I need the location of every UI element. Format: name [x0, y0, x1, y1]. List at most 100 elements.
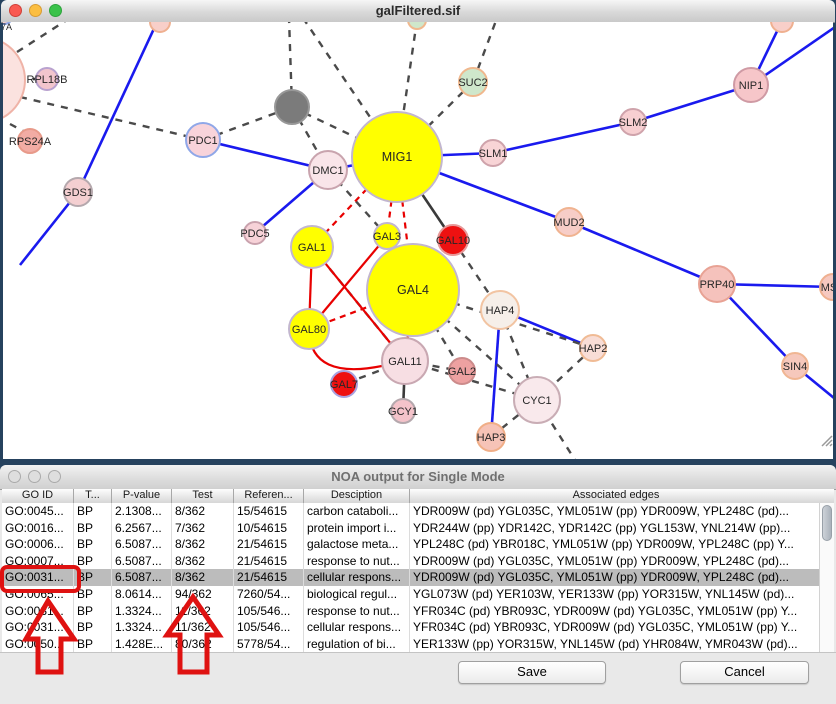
node-top-green[interactable] [408, 22, 426, 29]
node-label-GAL7: GAL7 [330, 379, 358, 391]
cell-p_value: 6.5087... [112, 536, 172, 553]
desktop: galFiltered.sif 17A RPL18B RPS24A GDS1 PDC1 P… [0, 0, 836, 704]
cell-p_value: 1.3324... [112, 603, 172, 620]
cell-reference: 105/546... [234, 619, 304, 636]
node-label-MIG1: MIG1 [382, 150, 413, 164]
node-label-SLM1: SLM1 [479, 148, 508, 160]
table-row[interactable]: GO:0016...BP6.2567...7/36210/54615protei… [2, 520, 834, 537]
noa-window: NOA output for Single Mode GO IDT...P-va… [0, 465, 836, 704]
node-label-SIN4: SIN4 [783, 361, 807, 373]
table-row[interactable]: GO:0031...BP1.3324...11/362105/546...res… [2, 603, 834, 620]
cell-p_value: 8.0614... [112, 586, 172, 603]
cell-p_value: 1.428E... [112, 636, 172, 653]
results-table: GO:0045...BP2.1308...8/36215/54615carbon… [2, 503, 834, 653]
cell-reference: 21/54615 [234, 536, 304, 553]
vertical-scrollbar[interactable] [819, 503, 834, 652]
table-row[interactable]: GO:0007...BP6.5087...8/36221/54615respon… [2, 553, 834, 570]
node-label-SUC2: SUC2 [458, 77, 487, 89]
cell-test: 7/362 [172, 520, 234, 537]
cell-test: 8/362 [172, 503, 234, 520]
network-edge [493, 122, 633, 153]
column-header-reference[interactable]: Referen... [234, 489, 304, 503]
cell-go_id: GO:0050... [2, 636, 74, 653]
node-label-RPL18B: RPL18B [27, 74, 68, 86]
node-label-CYC1: CYC1 [522, 395, 551, 407]
button-bar: Save Cancel [0, 652, 836, 704]
cell-reference: 5778/54... [234, 636, 304, 653]
network-edge [569, 222, 717, 284]
table-row[interactable]: GO:0031...BP6.5087...8/36221/54615cellul… [2, 569, 834, 586]
cell-test: 8/362 [172, 553, 234, 570]
node-label-RPS24A: RPS24A [9, 136, 52, 148]
cell-reference: 105/546... [234, 603, 304, 620]
cell-p_value: 6.2567... [112, 520, 172, 537]
cell-edges: YDR009W (pd) YGL035C, YML051W (pp) YDR00… [410, 503, 822, 520]
cell-edges: YDR244W (pp) YDR142C, YDR142C (pp) YGL15… [410, 520, 822, 537]
save-button[interactable]: Save [458, 661, 606, 684]
node-label-NIP1: NIP1 [739, 80, 763, 92]
node-label-GAL1: GAL1 [298, 242, 326, 254]
cell-edges: YER133W (pp) YOR315W, YNL145W (pd) YHR08… [410, 636, 822, 653]
cell-edges: YDR009W (pd) YGL035C, YML051W (pp) YDR00… [410, 553, 822, 570]
node-label-PDC5: PDC5 [240, 228, 269, 240]
cell-test: 8/362 [172, 569, 234, 586]
cell-go_id: GO:0031... [2, 619, 74, 636]
cell-type: BP [74, 619, 112, 636]
table-row[interactable]: GO:0045...BP2.1308...8/36215/54615carbon… [2, 503, 834, 520]
node-label-DMC1: DMC1 [312, 165, 343, 177]
cell-description: cellular respons... [304, 569, 410, 586]
node-label-PDC1: PDC1 [188, 135, 217, 147]
cell-reference: 7260/54... [234, 586, 304, 603]
node-label-MUD2: MUD2 [553, 217, 584, 229]
annotation-highlight-box [0, 565, 81, 593]
cancel-button[interactable]: Cancel [680, 661, 809, 684]
network-edge [78, 22, 158, 192]
node-top-right-pink[interactable] [771, 22, 793, 32]
cell-p_value: 6.5087... [112, 569, 172, 586]
cell-reference: 15/54615 [234, 503, 304, 520]
resize-grip[interactable] [830, 444, 832, 446]
cell-type: BP [74, 520, 112, 537]
cell-description: biological regul... [304, 586, 410, 603]
cell-type: BP [74, 603, 112, 620]
table-row[interactable]: GO:0031...BP1.3324...11/362105/546...cel… [2, 619, 834, 636]
cell-edges: YDR009W (pd) YGL035C, YML051W (pp) YDR00… [410, 569, 822, 586]
column-header-go_id[interactable]: GO ID [2, 489, 74, 503]
table-row[interactable]: GO:0050...BP1.428E...80/3625778/54...reg… [2, 636, 834, 653]
column-header-edges[interactable]: Associated edges [410, 489, 822, 503]
cell-go_id: GO:0016... [2, 520, 74, 537]
scrollbar-thumb[interactable] [822, 505, 832, 541]
cell-type: BP [74, 553, 112, 570]
cell-go_id: GO:0031... [2, 603, 74, 620]
node-label-GDS1: GDS1 [63, 187, 93, 199]
table-row[interactable]: GO:0065...BP8.0614...94/3627260/54...bio… [2, 586, 834, 603]
column-header-description[interactable]: Desciption [304, 489, 410, 503]
network-edge [633, 85, 751, 122]
column-header-p_value[interactable]: P-value [112, 489, 172, 503]
cell-p_value: 2.1308... [112, 503, 172, 520]
graph-window-titlebar[interactable]: galFiltered.sif [1, 0, 835, 23]
column-header-test[interactable]: Test [172, 489, 234, 503]
node-label-GAL80: GAL80 [292, 324, 326, 336]
node-gray-node[interactable] [275, 90, 309, 124]
graph-window: galFiltered.sif 17A RPL18B RPS24A GDS1 PDC1 P… [1, 0, 835, 459]
cell-reference: 21/54615 [234, 553, 304, 570]
cell-test: 11/362 [172, 603, 234, 620]
column-header-type[interactable]: T... [74, 489, 112, 503]
noa-window-titlebar[interactable]: NOA output for Single Mode [0, 465, 836, 490]
cell-test: 11/362 [172, 619, 234, 636]
node-label-HAP2: HAP2 [579, 343, 608, 355]
node-label-MSN: MSN [821, 282, 833, 294]
cell-reference: 21/54615 [234, 569, 304, 586]
cell-p_value: 1.3324... [112, 619, 172, 636]
cell-p_value: 6.5087... [112, 553, 172, 570]
node-label-HAP3: HAP3 [477, 432, 506, 444]
cell-edges: YFR034C (pd) YBR093C, YDR009W (pd) YGL03… [410, 603, 822, 620]
network-canvas[interactable]: 17A RPL18B RPS24A GDS1 PDC1 PDC5 DMC1 MIG1 SUC2 S… [3, 22, 833, 459]
node-label-frag-17a: 17A [3, 22, 12, 32]
table-header: GO IDT...P-valueTestReferen...Desciption… [2, 489, 834, 504]
table-row[interactable]: GO:0006...BP6.5087...8/36221/54615galact… [2, 536, 834, 553]
cell-description: protein import i... [304, 520, 410, 537]
cell-description: galactose meta... [304, 536, 410, 553]
cell-test: 94/362 [172, 586, 234, 603]
